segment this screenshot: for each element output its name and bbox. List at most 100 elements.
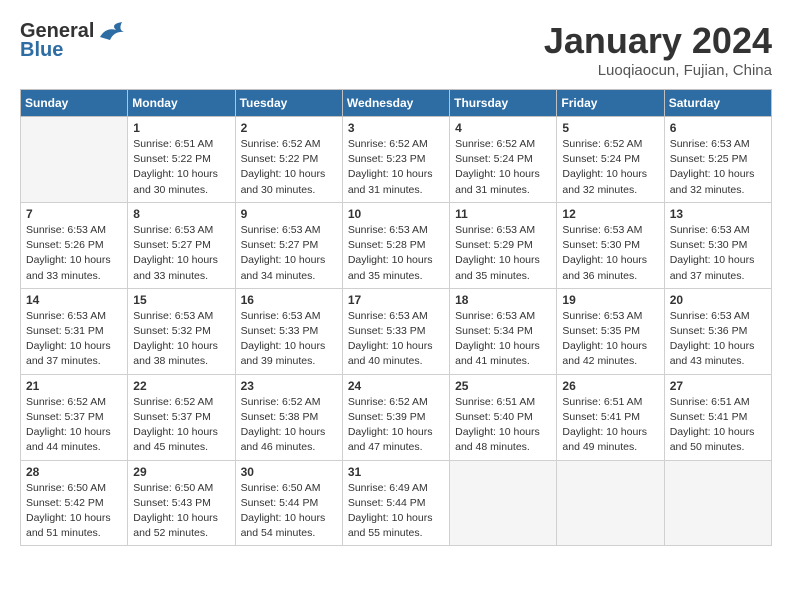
day-number: 11 [455, 207, 551, 221]
day-info: Sunrise: 6:52 AMSunset: 5:37 PMDaylight:… [26, 395, 122, 456]
day-of-week-header: Sunday [21, 90, 128, 117]
table-row: 21 Sunrise: 6:52 AMSunset: 5:37 PMDayligh… [21, 374, 128, 460]
table-row: 16Sunrise: 6:53 AMSunset: 5:33 PMDayligh… [235, 288, 342, 374]
table-row: 12 Sunrise: 6:53 AMSunset: 5:30 PMDayligh… [557, 202, 664, 288]
calendar-week-row: 14 Sunrise: 6:53 AMSunset: 5:31 PMDayligh… [21, 288, 772, 374]
table-row: 15 Sunrise: 6:53 AMSunset: 5:32 PMDayligh… [128, 288, 235, 374]
table-row: 4 Sunrise: 6:52 AMSunset: 5:24 PMDaylight… [450, 117, 557, 203]
day-number: 26 [562, 379, 658, 393]
day-number: 30 [241, 465, 337, 479]
day-of-week-header: Tuesday [235, 90, 342, 117]
day-info: Sunrise: 6:51 AMSunset: 5:40 PMDaylight:… [455, 395, 551, 456]
day-number: 18 [455, 293, 551, 307]
table-row [21, 117, 128, 203]
header: General Blue January 2024 Luoqiaocun, Fu… [20, 20, 772, 79]
day-number: 24 [348, 379, 444, 393]
day-info: Sunrise: 6:52 AMSunset: 5:38 PMDaylight:… [241, 395, 337, 456]
day-info: Sunrise: 6:53 AMSunset: 5:29 PMDaylight:… [455, 223, 551, 284]
page: General Blue January 2024 Luoqiaocun, Fu… [0, 0, 792, 556]
table-row: 9Sunrise: 6:53 AMSunset: 5:27 PMDaylight… [235, 202, 342, 288]
day-info: Sunrise: 6:52 AMSunset: 5:24 PMDaylight:… [562, 137, 658, 198]
day-number: 1 [133, 121, 229, 135]
day-info: Sunrise: 6:53 AMSunset: 5:25 PMDaylight:… [670, 137, 766, 198]
day-of-week-header: Thursday [450, 90, 557, 117]
table-row: 25 Sunrise: 6:51 AMSunset: 5:40 PMDayligh… [450, 374, 557, 460]
day-of-week-header: Monday [128, 90, 235, 117]
table-row: 27 Sunrise: 6:51 AMSunset: 5:41 PMDayligh… [664, 374, 771, 460]
logo-bird-icon [96, 22, 124, 42]
day-info: Sunrise: 6:52 AMSunset: 5:24 PMDaylight:… [455, 137, 551, 198]
table-row: 26 Sunrise: 6:51 AMSunset: 5:41 PMDayligh… [557, 374, 664, 460]
table-row: 8 Sunrise: 6:53 AMSunset: 5:27 PMDaylight… [128, 202, 235, 288]
calendar: SundayMondayTuesdayWednesdayThursdayFrid… [20, 89, 772, 546]
day-number: 12 [562, 207, 658, 221]
day-number: 25 [455, 379, 551, 393]
day-number: 17 [348, 293, 444, 307]
table-row: 18 Sunrise: 6:53 AMSunset: 5:34 PMDayligh… [450, 288, 557, 374]
day-info: Sunrise: 6:53 AMSunset: 5:34 PMDaylight:… [455, 309, 551, 370]
logo: General Blue [20, 20, 124, 62]
day-number: 4 [455, 121, 551, 135]
day-info: Sunrise: 6:52 AMSunset: 5:37 PMDaylight:… [133, 395, 229, 456]
day-info: Sunrise: 6:53 AMSunset: 5:30 PMDaylight:… [562, 223, 658, 284]
table-row: 31Sunrise: 6:49 AMSunset: 5:44 PMDayligh… [342, 460, 449, 546]
day-number: 2 [241, 121, 337, 135]
table-row: 6 Sunrise: 6:53 AMSunset: 5:25 PMDaylight… [664, 117, 771, 203]
table-row: 3 Sunrise: 6:52 AMSunset: 5:23 PMDaylight… [342, 117, 449, 203]
day-info: Sunrise: 6:53 AMSunset: 5:26 PMDaylight:… [26, 223, 122, 284]
day-of-week-header: Wednesday [342, 90, 449, 117]
day-info: Sunrise: 6:52 AMSunset: 5:39 PMDaylight:… [348, 395, 444, 456]
table-row: 13Sunrise: 6:53 AMSunset: 5:30 PMDayligh… [664, 202, 771, 288]
day-info: Sunrise: 6:51 AMSunset: 5:22 PMDaylight:… [133, 137, 229, 198]
day-number: 22 [133, 379, 229, 393]
day-number: 15 [133, 293, 229, 307]
day-info: Sunrise: 6:52 AMSunset: 5:23 PMDaylight:… [348, 137, 444, 198]
day-number: 8 [133, 207, 229, 221]
table-row: 2 Sunrise: 6:52 AMSunset: 5:22 PMDaylight… [235, 117, 342, 203]
day-info: Sunrise: 6:53 AMSunset: 5:28 PMDaylight:… [348, 223, 444, 284]
day-number: 21 [26, 379, 122, 393]
day-info: Sunrise: 6:53 AMSunset: 5:30 PMDaylight:… [670, 223, 766, 284]
day-number: 20 [670, 293, 766, 307]
day-info: Sunrise: 6:51 AMSunset: 5:41 PMDaylight:… [562, 395, 658, 456]
table-row: 24 Sunrise: 6:52 AMSunset: 5:39 PMDayligh… [342, 374, 449, 460]
day-number: 6 [670, 121, 766, 135]
day-number: 31 [348, 465, 444, 479]
day-info: Sunrise: 6:53 AMSunset: 5:31 PMDaylight:… [26, 309, 122, 370]
day-number: 5 [562, 121, 658, 135]
day-info: Sunrise: 6:51 AMSunset: 5:41 PMDaylight:… [670, 395, 766, 456]
day-number: 29 [133, 465, 229, 479]
day-number: 23 [241, 379, 337, 393]
day-info: Sunrise: 6:53 AMSunset: 5:27 PMDaylight:… [133, 223, 229, 284]
table-row: 17Sunrise: 6:53 AMSunset: 5:33 PMDayligh… [342, 288, 449, 374]
table-row [557, 460, 664, 546]
table-row: 1 Sunrise: 6:51 AMSunset: 5:22 PMDaylight… [128, 117, 235, 203]
table-row: 20 Sunrise: 6:53 AMSunset: 5:36 PMDayligh… [664, 288, 771, 374]
day-number: 9 [241, 207, 337, 221]
day-number: 3 [348, 121, 444, 135]
calendar-week-row: 1 Sunrise: 6:51 AMSunset: 5:22 PMDaylight… [21, 117, 772, 203]
table-row: 29 Sunrise: 6:50 AMSunset: 5:43 PMDayligh… [128, 460, 235, 546]
day-number: 7 [26, 207, 122, 221]
table-row: 30 Sunrise: 6:50 AMSunset: 5:44 PMDayligh… [235, 460, 342, 546]
table-row [450, 460, 557, 546]
calendar-week-row: 28Sunrise: 6:50 AMSunset: 5:42 PMDayligh… [21, 460, 772, 546]
table-row: 28Sunrise: 6:50 AMSunset: 5:42 PMDayligh… [21, 460, 128, 546]
table-row: 5 Sunrise: 6:52 AMSunset: 5:24 PMDaylight… [557, 117, 664, 203]
day-info: Sunrise: 6:53 AMSunset: 5:36 PMDaylight:… [670, 309, 766, 370]
day-number: 27 [670, 379, 766, 393]
calendar-week-row: 7 Sunrise: 6:53 AMSunset: 5:26 PMDaylight… [21, 202, 772, 288]
day-number: 14 [26, 293, 122, 307]
day-info: Sunrise: 6:50 AMSunset: 5:43 PMDaylight:… [133, 481, 229, 542]
day-of-week-header: Friday [557, 90, 664, 117]
table-row: 10Sunrise: 6:53 AMSunset: 5:28 PMDayligh… [342, 202, 449, 288]
day-info: Sunrise: 6:50 AMSunset: 5:44 PMDaylight:… [241, 481, 337, 542]
month-title: January 2024 [544, 20, 772, 62]
day-info: Sunrise: 6:53 AMSunset: 5:33 PMDaylight:… [241, 309, 337, 370]
day-info: Sunrise: 6:52 AMSunset: 5:22 PMDaylight:… [241, 137, 337, 198]
table-row [664, 460, 771, 546]
table-row: 19Sunrise: 6:53 AMSunset: 5:35 PMDayligh… [557, 288, 664, 374]
day-info: Sunrise: 6:53 AMSunset: 5:32 PMDaylight:… [133, 309, 229, 370]
day-number: 19 [562, 293, 658, 307]
day-info: Sunrise: 6:50 AMSunset: 5:42 PMDaylight:… [26, 481, 122, 542]
